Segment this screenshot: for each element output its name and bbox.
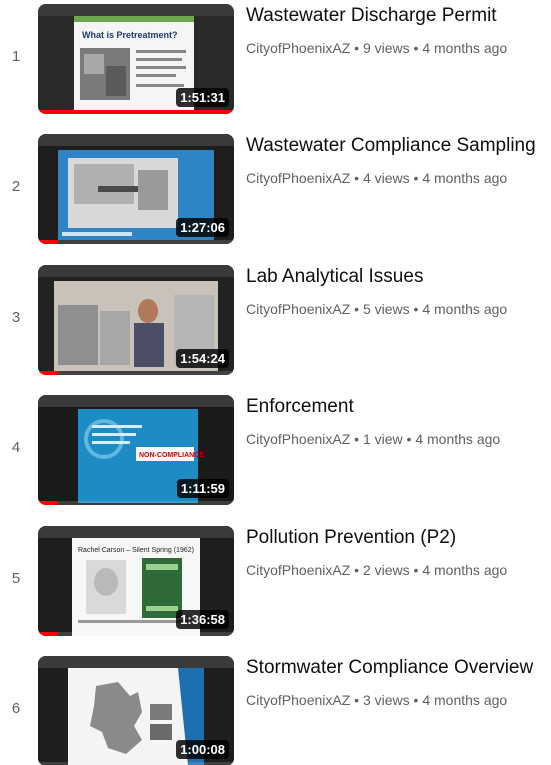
video-index: 3	[11, 309, 21, 326]
playlist-item[interactable]: 3 1:54:24 Lab Analytical Issues CityofPh…	[0, 261, 551, 377]
view-count: 5 views	[362, 301, 410, 317]
playlist-item[interactable]: 5 Rachel Carson – Silent Spring (1962) 1…	[0, 522, 551, 638]
view-count: 9 views	[362, 40, 410, 56]
video-title[interactable]: Lab Analytical Issues	[246, 265, 551, 289]
video-meta: CityofPhoenixAZ • 9 views • 4 months ago	[246, 40, 551, 56]
watch-progress-bar	[38, 110, 234, 114]
video-duration: 1:11:59	[176, 479, 229, 498]
upload-age: 4 months ago	[422, 692, 508, 708]
video-meta: CityofPhoenixAZ • 2 views • 4 months ago	[246, 562, 551, 578]
view-count: 3 views	[362, 692, 410, 708]
meta-separator: •	[354, 562, 363, 578]
video-index: 6	[11, 700, 21, 717]
video-thumbnail[interactable]: What is Pretreatment? 1:51:31	[38, 4, 234, 114]
channel-name[interactable]: CityofPhoenixAZ	[246, 170, 350, 186]
video-title[interactable]: Enforcement	[246, 395, 551, 419]
watch-progress-bar	[38, 501, 58, 505]
view-count: 1 view	[362, 431, 403, 447]
meta-separator: •	[354, 40, 363, 56]
upload-age: 4 months ago	[422, 170, 508, 186]
video-duration: 1:51:31	[176, 88, 229, 107]
meta-separator: •	[354, 692, 363, 708]
video-duration: 1:27:06	[176, 218, 229, 237]
channel-name[interactable]: CityofPhoenixAZ	[246, 40, 350, 56]
view-count: 4 views	[362, 170, 410, 186]
watch-progress-bar	[38, 632, 58, 636]
channel-name[interactable]: CityofPhoenixAZ	[246, 562, 350, 578]
video-duration: 1:36:58	[176, 610, 229, 629]
video-thumbnail[interactable]: 1:27:06	[38, 134, 234, 244]
watch-progress-bar	[38, 240, 58, 244]
video-title[interactable]: Wastewater Discharge Permit	[246, 4, 551, 28]
video-index: 2	[11, 178, 21, 195]
playlist-item[interactable]: 6 1:00:08 Stormwater Compliance Overview…	[0, 652, 551, 765]
progress-track	[38, 632, 234, 636]
video-index: 4	[11, 439, 21, 456]
playlist-item[interactable]: 1 What is Pretreatment? 1:51:31 Wastewat…	[0, 0, 551, 116]
video-thumbnail[interactable]: NON-COMPLIANCE 1:11:59	[38, 395, 234, 505]
thumbnail-caption: NON-COMPLIANCE	[139, 452, 204, 459]
watch-progress-bar	[38, 371, 58, 375]
upload-age: 4 months ago	[422, 562, 508, 578]
video-index: 1	[11, 48, 21, 65]
progress-track	[38, 501, 234, 505]
meta-separator: •	[354, 170, 363, 186]
playlist-item[interactable]: 4 NON-COMPLIANCE 1:11:59 Enforcement Cit…	[0, 391, 551, 507]
meta-separator: •	[354, 301, 363, 317]
video-duration: 1:00:08	[176, 740, 229, 759]
view-count: 2 views	[362, 562, 410, 578]
playlist-item[interactable]: 2 1:27:06 Wastewater Compliance Sampling…	[0, 130, 551, 246]
thumbnail-caption: Rachel Carson – Silent Spring (1962)	[78, 547, 194, 554]
video-meta: CityofPhoenixAZ • 4 views • 4 months ago	[246, 170, 551, 186]
progress-track	[38, 371, 234, 375]
channel-name[interactable]: CityofPhoenixAZ	[246, 301, 350, 317]
video-thumbnail[interactable]: 1:54:24	[38, 265, 234, 375]
video-thumbnail[interactable]: Rachel Carson – Silent Spring (1962) 1:3…	[38, 526, 234, 636]
video-duration: 1:54:24	[176, 349, 229, 368]
video-meta: CityofPhoenixAZ • 3 views • 4 months ago	[246, 692, 551, 708]
upload-age: 4 months ago	[422, 301, 508, 317]
video-title[interactable]: Wastewater Compliance Sampling	[246, 134, 551, 158]
upload-age: 4 months ago	[415, 431, 501, 447]
progress-track	[38, 240, 234, 244]
video-title[interactable]: Pollution Prevention (P2)	[246, 526, 551, 550]
meta-separator: •	[354, 431, 363, 447]
thumbnail-caption: What is Pretreatment?	[82, 30, 178, 40]
channel-name[interactable]: CityofPhoenixAZ	[246, 692, 350, 708]
channel-name[interactable]: CityofPhoenixAZ	[246, 431, 350, 447]
upload-age: 4 months ago	[422, 40, 508, 56]
video-title[interactable]: Stormwater Compliance Overview	[246, 656, 551, 680]
playlist-video-list: 1 What is Pretreatment? 1:51:31 Wastewat…	[0, 0, 551, 765]
video-thumbnail[interactable]: 1:00:08	[38, 656, 234, 765]
video-meta: CityofPhoenixAZ • 1 view • 4 months ago	[246, 431, 551, 447]
video-meta: CityofPhoenixAZ • 5 views • 4 months ago	[246, 301, 551, 317]
video-index: 5	[11, 570, 21, 587]
